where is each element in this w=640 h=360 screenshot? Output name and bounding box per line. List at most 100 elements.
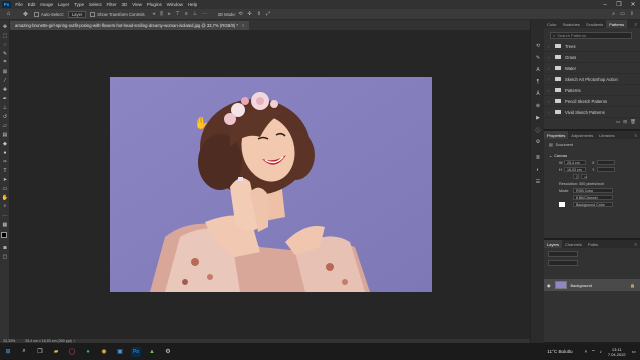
quick-select-icon[interactable]: ✎ [1, 50, 9, 57]
glyphs-icon[interactable]: A [534, 66, 542, 74]
chevron-right-icon[interactable]: › [548, 99, 553, 104]
close-tab-icon[interactable]: × [242, 23, 244, 28]
foreground-color-swatch[interactable] [1, 232, 7, 238]
workspace-icon[interactable]: ▭ [620, 11, 625, 17]
volume-icon[interactable]: ♪ [600, 349, 602, 354]
move-tool-icon[interactable]: ✥ [20, 10, 31, 19]
tab-layers[interactable]: Layers [544, 240, 563, 248]
menu-plugins[interactable]: Plugins [144, 2, 164, 7]
blend-mode-dropdown[interactable] [548, 260, 578, 266]
history-icon[interactable]: ⟲ [534, 42, 542, 50]
blur-icon[interactable]: ◆ [1, 140, 9, 147]
adjust-strip-icon[interactable]: ◐ [534, 166, 542, 174]
app-icon[interactable]: ▲ [147, 347, 157, 357]
align-top-icon[interactable]: ⊤ [176, 11, 180, 17]
libraries-strip-icon[interactable]: ☰ [534, 178, 542, 186]
x-field[interactable] [597, 160, 615, 165]
search-icon[interactable]: ⌕ [612, 11, 615, 17]
visibility-eye-icon[interactable]: ◉ [547, 283, 551, 288]
brush-settings-icon[interactable]: ✎ [534, 54, 542, 62]
chrome-icon[interactable]: ◉ [99, 347, 109, 357]
new-group-icon[interactable]: ▭ [616, 119, 620, 125]
tab-channels[interactable]: Channels [562, 240, 585, 248]
menu-type[interactable]: Type [72, 2, 87, 7]
tab-properties[interactable]: Properties [544, 131, 569, 139]
lasso-icon[interactable]: ◌ [1, 41, 9, 48]
type-icon[interactable]: T [1, 167, 9, 174]
home-icon[interactable]: ⌂ [3, 10, 14, 19]
eraser-icon[interactable]: ▱ [1, 122, 9, 129]
task-view-icon[interactable]: ❐ [35, 347, 45, 357]
quick-mask-icon[interactable]: ◙ [1, 244, 9, 251]
store-icon[interactable]: ▣ [115, 347, 125, 357]
settings-icon[interactable]: ⚙ [163, 347, 173, 357]
menu-window[interactable]: Window [164, 2, 185, 7]
align-right-icon[interactable]: ⫸ [168, 11, 171, 17]
tab-patterns[interactable]: Patterns [606, 20, 628, 28]
pattern-folder[interactable]: › Water [544, 63, 640, 74]
align-left-icon[interactable]: ⫷ [153, 11, 156, 17]
menu-edit[interactable]: Edit [25, 2, 38, 7]
orientation-portrait-icon[interactable]: ▯ [573, 174, 579, 179]
properties-strip-icon[interactable]: ≣ [534, 154, 542, 162]
layer-name[interactable]: Background [571, 283, 592, 288]
maximize-icon[interactable]: ❐ [612, 0, 626, 9]
hand-icon[interactable]: ✋ [1, 194, 9, 201]
tab-color[interactable]: Color [544, 20, 560, 28]
marquee-icon[interactable]: ⬚ [1, 32, 9, 39]
height-field[interactable]: 16,93 cm [564, 167, 586, 172]
character-icon[interactable]: Ā [534, 90, 542, 98]
chevron-right-icon[interactable]: › [548, 110, 553, 115]
3d-pan-icon[interactable]: ✣ [248, 11, 252, 17]
tool-presets-icon[interactable]: ⚙ [534, 138, 542, 146]
3d-orbit-icon[interactable]: ⟲ [238, 11, 242, 17]
chevron-right-icon[interactable]: › [548, 66, 553, 71]
pattern-folder[interactable]: › Patterns [544, 85, 640, 96]
transform-controls-checkbox[interactable] [90, 11, 97, 17]
weather-text[interactable]: 11°C Bulutlu [547, 349, 572, 354]
tray-chevron-icon[interactable]: ˄ [585, 349, 588, 354]
notifications-icon[interactable]: ▭ [632, 349, 636, 355]
menu-help[interactable]: Help [185, 2, 199, 7]
menu-3d[interactable]: 3D [119, 2, 130, 7]
delete-icon[interactable]: 🗑 [630, 119, 636, 125]
photoshop-taskbar-icon[interactable]: Ps [131, 346, 141, 357]
lock-icon[interactable]: 🔒 [630, 283, 635, 288]
layer-filter-dropdown[interactable] [548, 251, 578, 257]
move-icon[interactable]: ✥ [1, 23, 9, 30]
share-icon[interactable]: ⇪ [630, 11, 634, 17]
pattern-search-input[interactable]: ⌕ Search Patterns [550, 32, 632, 39]
zoom-icon[interactable]: ⌕ [1, 203, 9, 210]
pattern-folder[interactable]: › Sketch Art Photoshop Action [544, 74, 640, 85]
align-center-icon[interactable]: ⫼ [160, 11, 162, 17]
clone-stamp-icon[interactable]: ⊥ [1, 104, 9, 111]
more-options-icon[interactable]: ⋯ [202, 11, 207, 17]
info-icon[interactable]: ⓘ [534, 126, 542, 134]
screen-mode-icon[interactable]: ▢ [1, 253, 9, 260]
file-explorer-icon[interactable]: ▰ [51, 347, 61, 357]
crop-icon[interactable]: ⌗ [1, 59, 9, 66]
taskbar-search-icon[interactable]: ⌕ [19, 347, 29, 357]
clock[interactable]: 13:11 7.04.2022 [608, 347, 626, 357]
pattern-folder[interactable]: › Grass [544, 52, 640, 63]
healing-brush-icon[interactable]: ✚ [1, 86, 9, 93]
align-middle-icon[interactable]: ≡ [185, 11, 188, 17]
paragraph-icon[interactable]: ¶ [534, 78, 542, 86]
pattern-folder[interactable]: › Pencil Sketch Patterns [544, 96, 640, 107]
actions-icon[interactable]: ▶ [534, 114, 542, 122]
close-window-icon[interactable]: ✕ [626, 0, 640, 9]
canvas-image[interactable]: ✋ [110, 77, 432, 292]
pen-icon[interactable]: ✑ [1, 158, 9, 165]
bit-depth-dropdown[interactable]: 8 Bit/Channel [573, 195, 613, 200]
menu-view[interactable]: View [130, 2, 145, 7]
dodge-icon[interactable]: ● [1, 149, 9, 156]
chevron-right-icon[interactable]: › [548, 77, 553, 82]
3d-scale-icon[interactable]: ⤢ [266, 11, 270, 17]
wifi-icon[interactable]: ⌔ [591, 349, 595, 355]
history-brush-icon[interactable]: ↺ [1, 113, 9, 120]
chevron-right-icon[interactable]: › [548, 88, 553, 93]
collapse-chevron-icon[interactable]: ⌄ [549, 153, 552, 158]
document-tab[interactable]: amazing-brunette-girl-spring-outfit-posi… [10, 21, 250, 30]
fill-color-swatch[interactable] [559, 202, 565, 207]
align-bottom-icon[interactable]: ⊥ [193, 11, 197, 17]
